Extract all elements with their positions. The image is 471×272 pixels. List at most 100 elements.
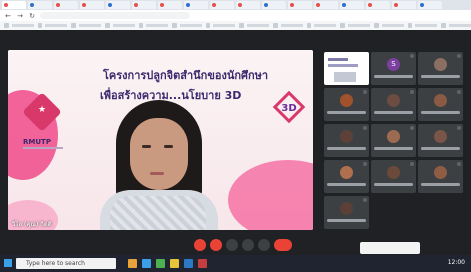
bookmark-favicon-icon[interactable] [239, 23, 245, 28]
back-icon[interactable]: ← [4, 12, 12, 20]
tab-favicon-icon [342, 3, 346, 7]
bookmark-label[interactable] [179, 24, 202, 27]
tab-favicon-icon [290, 3, 294, 7]
browser-tab[interactable] [184, 1, 208, 9]
browser-tab[interactable] [210, 1, 234, 9]
browser-tab[interactable] [392, 1, 416, 9]
participant-tile[interactable] [418, 52, 463, 85]
participant-tile[interactable] [418, 124, 463, 157]
tab-favicon-icon [82, 3, 86, 7]
browser-tab[interactable] [262, 1, 286, 9]
reload-icon[interactable]: ↻ [28, 12, 36, 20]
bookmark-favicon-icon[interactable] [306, 23, 312, 28]
tab-favicon-icon [56, 3, 60, 7]
participant-grid: S [324, 52, 464, 232]
browser-tab[interactable] [314, 1, 338, 9]
bookmark-favicon-icon[interactable] [340, 23, 345, 28]
participant-tile[interactable]: S [371, 52, 416, 85]
mic-muted-icon [363, 126, 367, 130]
bookmark-favicon-icon[interactable] [172, 23, 177, 28]
browser-tab[interactable] [2, 1, 26, 9]
captions-button[interactable] [226, 239, 238, 251]
participant-tile[interactable] [371, 160, 416, 193]
bookmark-favicon-icon[interactable] [104, 23, 110, 28]
participant-tile[interactable] [371, 124, 416, 157]
mic-off-button[interactable] [194, 239, 206, 251]
participant-name [421, 75, 460, 78]
bookmark-label[interactable] [247, 24, 270, 27]
edge-icon[interactable] [142, 259, 151, 268]
bookmark-label[interactable] [45, 24, 68, 27]
bookmark-favicon-icon[interactable] [4, 23, 9, 28]
bookmark-label[interactable] [213, 24, 236, 27]
bookmark-favicon-icon[interactable] [407, 23, 413, 28]
presentation-thumbnail[interactable] [324, 52, 369, 85]
bookmark-label[interactable] [11, 24, 34, 27]
participant-name [327, 219, 366, 222]
bookmark-favicon-icon[interactable] [37, 23, 43, 28]
browser-tab[interactable] [158, 1, 182, 9]
notification-popup[interactable] [360, 242, 420, 254]
browser-tab[interactable] [288, 1, 312, 9]
tab-favicon-icon [238, 3, 242, 7]
avatar [340, 94, 353, 107]
folder-icon[interactable] [170, 259, 179, 268]
participant-name [421, 147, 460, 150]
avatar [387, 166, 400, 179]
logo-glyph-icon: ★ [37, 105, 47, 115]
tab-favicon-icon [134, 3, 138, 7]
word-icon[interactable] [184, 259, 193, 268]
participant-tile[interactable] [418, 88, 463, 121]
browser-tab[interactable] [366, 1, 390, 9]
tab-favicon-icon [316, 3, 320, 7]
bookmark-label[interactable] [280, 24, 303, 27]
bookmark-label[interactable] [448, 24, 471, 27]
browser-tab[interactable] [106, 1, 130, 9]
speaker-name-caption: วิไล (คุณ) กิตติ [12, 221, 52, 228]
windows-start-icon[interactable] [4, 259, 12, 267]
browser-tab[interactable] [418, 1, 442, 9]
bookmark-favicon-icon[interactable] [71, 23, 76, 28]
url-field[interactable] [40, 12, 190, 19]
tab-favicon-icon [4, 3, 8, 7]
bookmark-favicon-icon[interactable] [138, 23, 144, 28]
bookmark-label[interactable] [348, 24, 371, 27]
more-options-button[interactable] [258, 239, 270, 251]
slide-title-line1: โครงการปลูกจิตสำนึกของนักศึกษา [103, 69, 269, 82]
avatar [434, 166, 447, 179]
app-icon[interactable] [198, 259, 207, 268]
browser-tab[interactable] [236, 1, 260, 9]
participant-name [421, 183, 460, 186]
bookmark-label[interactable] [78, 24, 101, 27]
participant-tile[interactable] [324, 88, 369, 121]
tab-favicon-icon [394, 3, 398, 7]
bookmark-label[interactable] [146, 24, 169, 27]
browser-tab[interactable] [54, 1, 78, 9]
browser-tab[interactable] [340, 1, 364, 9]
bookmark-label[interactable] [112, 24, 135, 27]
participant-tile[interactable] [418, 160, 463, 193]
present-button[interactable] [242, 239, 254, 251]
file-explorer-icon[interactable] [128, 259, 137, 268]
taskbar-search[interactable]: Type here to search [16, 258, 116, 269]
forward-icon[interactable]: → [16, 12, 24, 20]
bookmark-favicon-icon[interactable] [205, 23, 211, 28]
participant-tile[interactable] [371, 88, 416, 121]
bookmark-label[interactable] [415, 24, 438, 27]
main-video[interactable]: ★ RMUTP โครงการปลูกจิตสำนึกของนักศึกษา เ… [8, 50, 313, 230]
browser-tab[interactable] [132, 1, 156, 9]
participant-name [374, 111, 413, 114]
participant-tile[interactable] [324, 124, 369, 157]
bookmark-favicon-icon[interactable] [273, 23, 278, 28]
bookmark-label[interactable] [314, 24, 337, 27]
bookmark-favicon-icon[interactable] [441, 23, 446, 28]
camera-off-button[interactable] [210, 239, 222, 251]
chrome-icon[interactable] [156, 259, 165, 268]
end-call-button[interactable] [274, 239, 292, 251]
participant-tile[interactable] [324, 160, 369, 193]
bookmark-favicon-icon[interactable] [374, 23, 379, 28]
participant-tile[interactable] [324, 196, 369, 229]
browser-tab[interactable] [28, 1, 52, 9]
browser-tab[interactable] [80, 1, 104, 9]
bookmark-label[interactable] [381, 24, 404, 27]
